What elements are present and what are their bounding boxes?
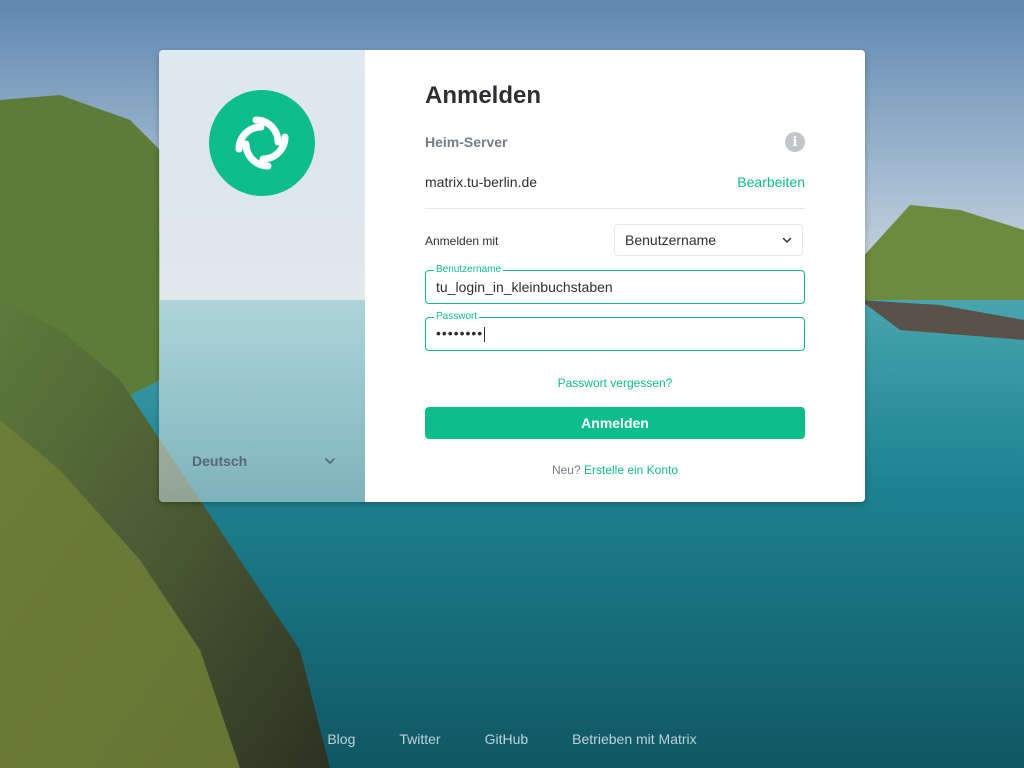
footer-link-twitter[interactable]: Twitter	[399, 731, 440, 751]
login-method-select[interactable]: Benutzername	[614, 224, 803, 256]
brand-panel: Deutsch	[159, 50, 365, 502]
edit-homeserver-link[interactable]: Bearbeiten	[737, 174, 805, 190]
login-form-panel: Anmelden Heim-Server i matrix.tu-berlin.…	[365, 50, 865, 502]
username-input[interactable]: tu_login_in_kleinbuchstaben	[436, 279, 613, 295]
password-field[interactable]: Passwort ••••••••	[425, 310, 805, 351]
password-input[interactable]: ••••••••	[436, 325, 486, 342]
divider	[425, 208, 805, 209]
info-icon[interactable]: i	[785, 132, 805, 152]
register-prefix: Neu?	[551, 463, 581, 477]
homeserver-value: matrix.tu-berlin.de	[425, 174, 538, 190]
language-dropdown[interactable]: Deutsch	[192, 450, 336, 472]
footer-link-github[interactable]: GitHub	[485, 731, 529, 751]
footer-link-blog[interactable]: Blog	[327, 731, 355, 751]
page-title: Anmelden	[425, 82, 542, 109]
username-field[interactable]: Benutzername tu_login_in_kleinbuchstaben	[425, 263, 805, 304]
password-field-label: Passwort	[434, 310, 480, 324]
forgot-password-link[interactable]: Passwort vergessen?	[425, 376, 805, 390]
text-caret	[484, 326, 486, 342]
login-button[interactable]: Anmelden	[425, 407, 805, 439]
footer-link-matrix[interactable]: Betrieben mit Matrix	[572, 731, 696, 751]
username-field-label: Benutzername	[434, 263, 504, 277]
language-label: Deutsch	[192, 453, 248, 469]
create-account-link[interactable]: Erstelle ein Konto	[584, 463, 678, 477]
login-method-value: Benutzername	[625, 232, 717, 248]
password-dots: ••••••••	[436, 325, 484, 341]
footer: Blog Twitter GitHub Betrieben mit Matrix	[0, 731, 1024, 751]
login-with-label: Anmelden mit	[425, 234, 499, 248]
element-logo-icon	[209, 90, 315, 196]
chevron-down-icon	[325, 458, 335, 464]
register-prompt: Neu? Erstelle ein Konto	[425, 463, 805, 477]
chevron-down-icon	[782, 237, 792, 243]
login-card: Deutsch Anmelden Heim-Server i matrix.tu…	[159, 50, 865, 502]
homeserver-label: Heim-Server	[425, 134, 508, 150]
